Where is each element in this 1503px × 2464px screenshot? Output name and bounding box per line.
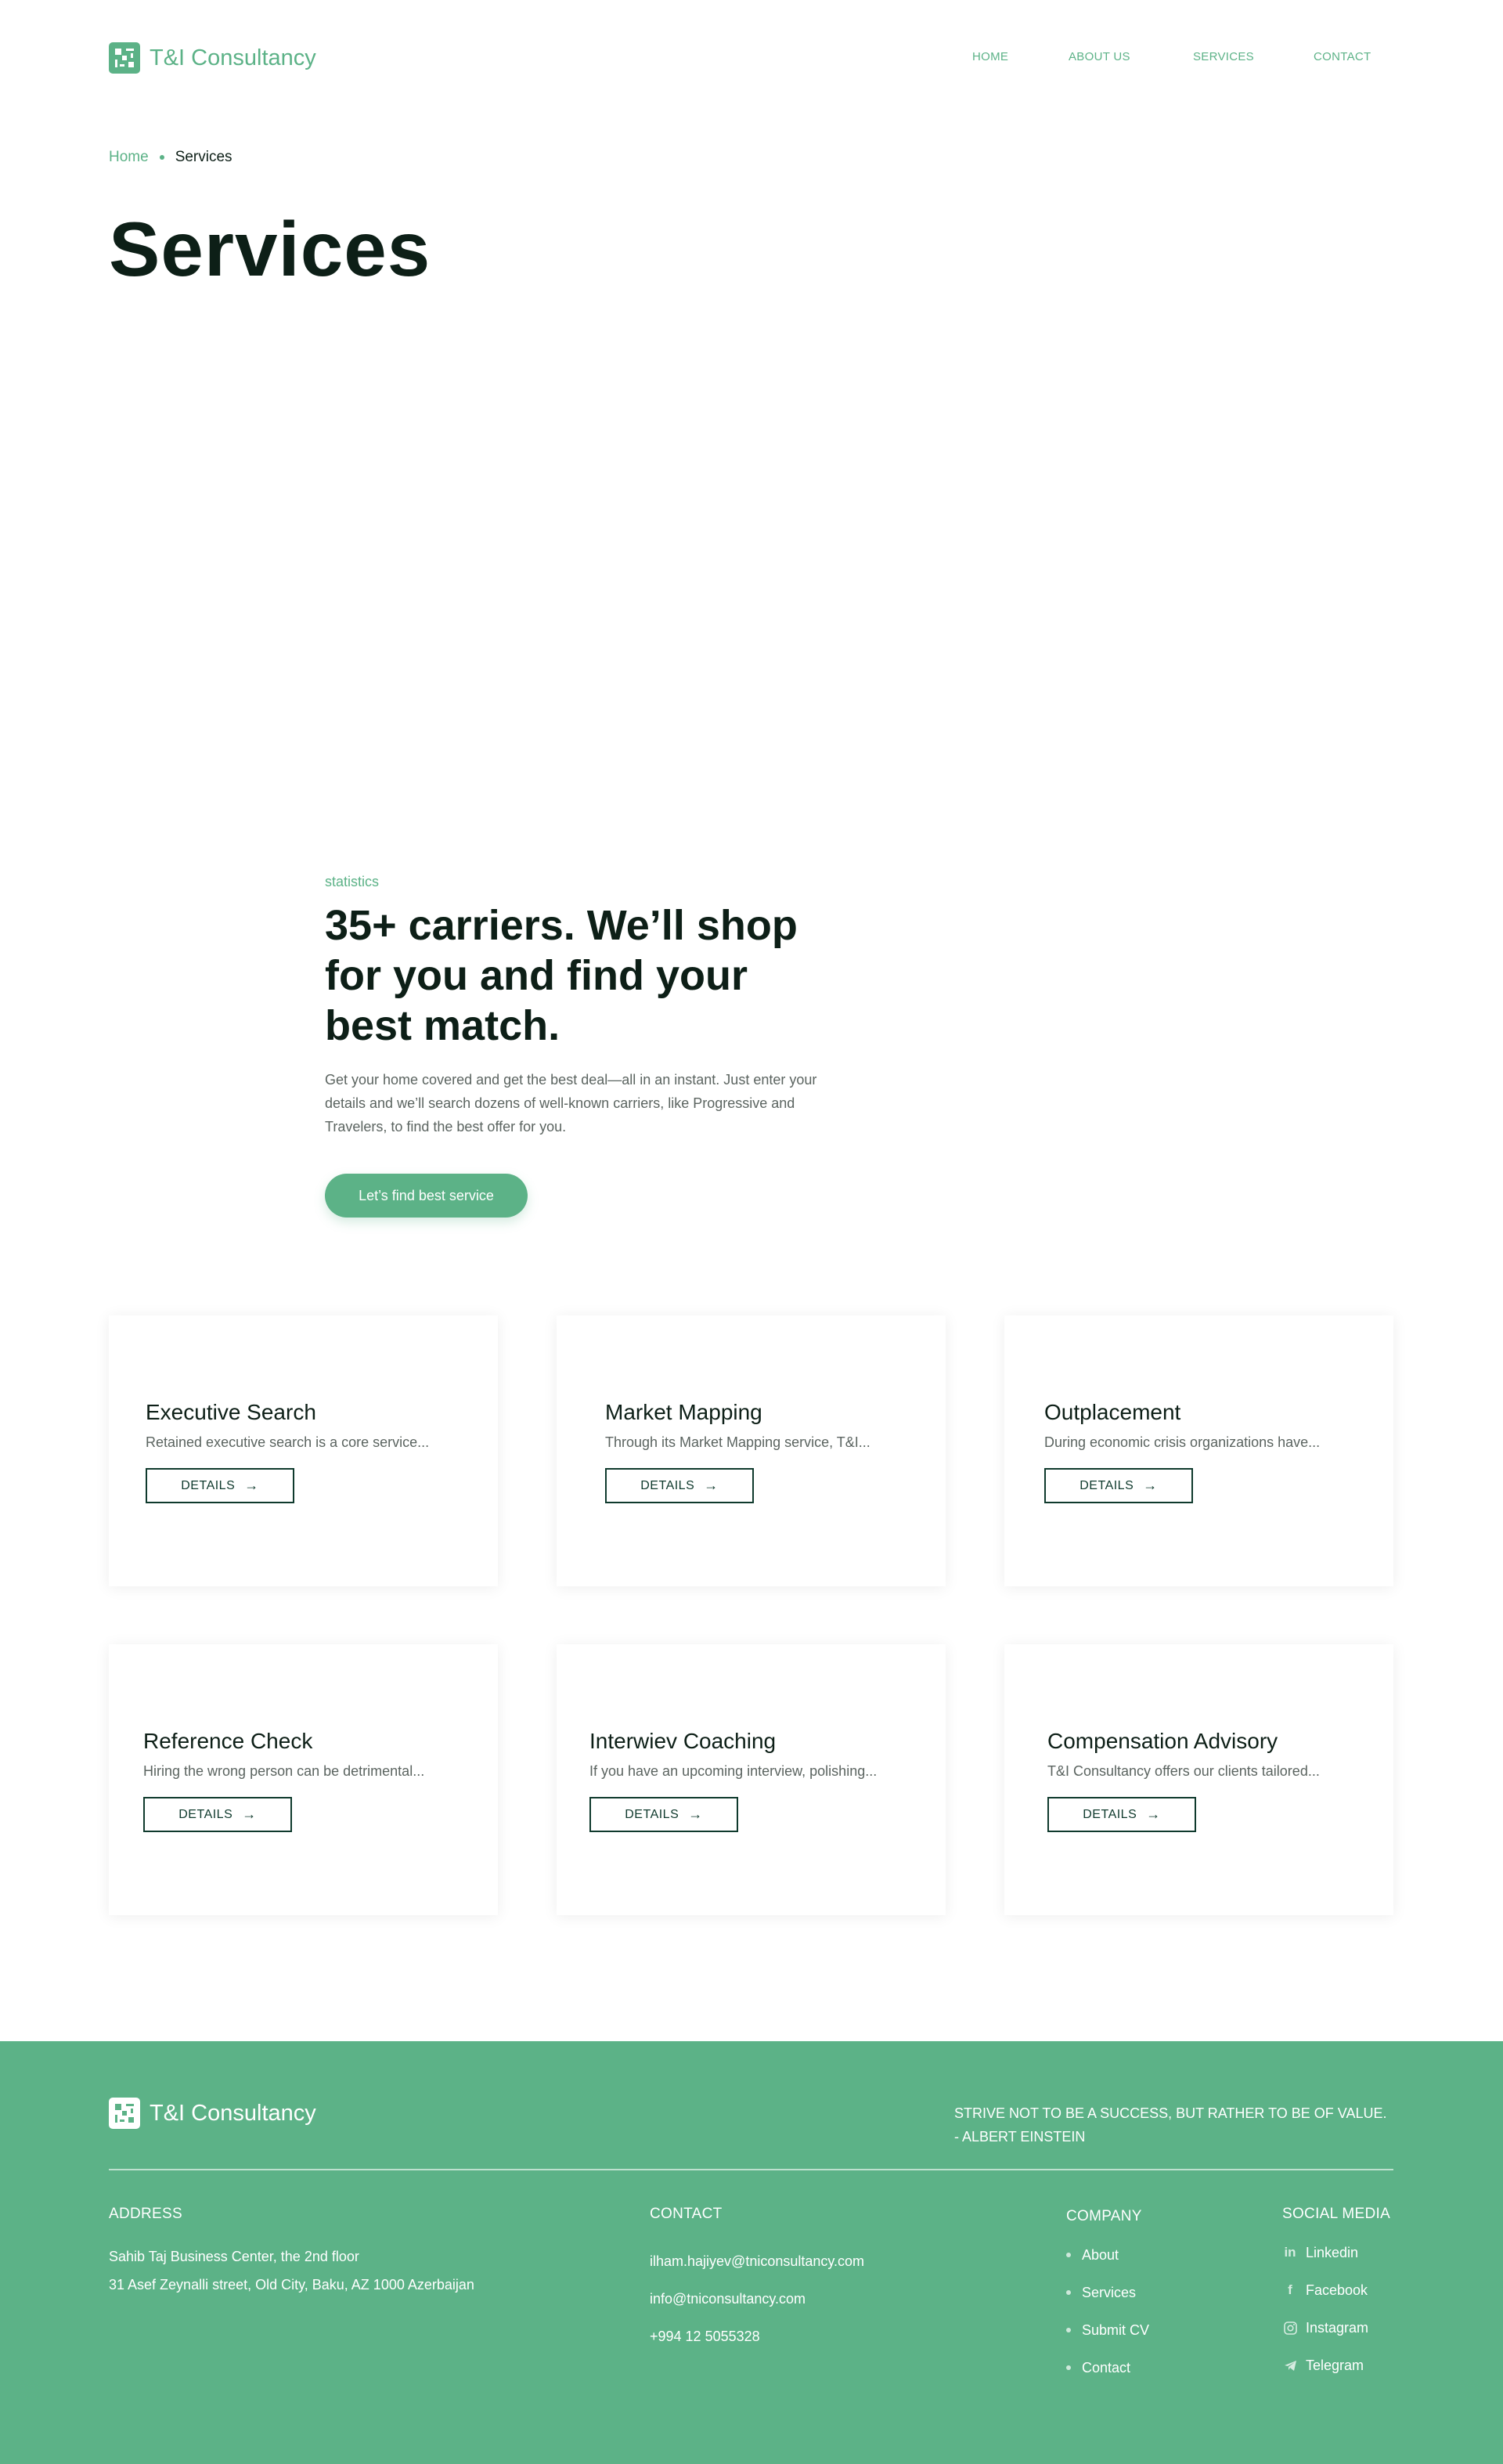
details-button[interactable]: DETAILS → [589,1797,738,1832]
card-title: Market Mapping [605,1400,762,1424]
breadcrumb-separator [159,155,164,160]
brand-name: T&I Consultancy [150,45,316,70]
site-footer: T&I Consultancy STRIVE NOT TO BE A SUCCE… [0,2041,1503,2464]
details-button[interactable]: DETAILS → [146,1468,294,1503]
details-label: DETAILS [1079,1478,1134,1492]
social-heading: SOCIAL MEDIA [1282,2206,1391,2222]
quote-author: - ALBERT EINSTEIN [954,2129,1086,2145]
find-service-button[interactable]: Let’s find best service [325,1174,528,1218]
arrow-right-icon: → [688,1806,703,1822]
footer-divider [109,2169,1393,2170]
breadcrumb-current: Services [175,149,232,165]
footer-brand-logo[interactable]: T&I Consultancy [109,2098,316,2129]
arrow-right-icon: → [1146,1806,1161,1822]
service-card-executive-search: Executive Search Retained executive sear… [109,1315,498,1586]
card-description: Through its Market Mapping service, T&I.… [605,1434,870,1450]
service-card-outplacement: Outplacement During economic crisis orga… [1004,1315,1393,1586]
address-line: 31 Asef Zeynalli street, Old City, Baku,… [109,2277,474,2293]
details-label: DETAILS [181,1478,236,1492]
stats-description: Get your home covered and get the best d… [325,1072,817,1135]
card-title: Outplacement [1044,1400,1181,1424]
nav-home[interactable]: HOME [972,50,1008,63]
logo-icon [109,42,140,74]
page-title: Services [109,206,431,292]
stats-label: statistics [325,874,380,889]
address-line: Sahib Taj Business Center, the 2nd floor [109,2249,359,2264]
stats-heading: 35+ carriers. We’ll shop for you and fin… [325,902,798,1049]
social-links: in Linkedin f Facebook Instagram Telegram [1282,2234,1368,2384]
breadcrumb-home[interactable]: Home [109,149,149,166]
company-link-services[interactable]: Services [1066,2274,1149,2311]
bullet-icon [1066,2290,1071,2295]
quote-text: STRIVE NOT TO BE A SUCCESS, BUT RATHER T… [954,2105,1387,2121]
card-description: T&I Consultancy offers our clients tailo… [1047,1763,1320,1779]
service-card-compensation-advisory: Compensation Advisory T&I Consultancy of… [1004,1644,1393,1915]
card-title: Interwiev Coaching [589,1729,777,1753]
card-description: Hiring the wrong person can be detriment… [143,1763,425,1779]
site-header: T&I Consultancy HOME ABOUT US SERVICES C… [0,0,1503,117]
details-label: DETAILS [640,1478,695,1492]
details-button[interactable]: DETAILS → [143,1797,292,1832]
social-link-facebook[interactable]: f Facebook [1282,2271,1368,2309]
details-button[interactable]: DETAILS → [605,1468,754,1503]
arrow-right-icon: → [244,1477,259,1493]
logo-icon [109,2098,140,2129]
arrow-right-icon: → [704,1477,719,1493]
social-link-instagram[interactable]: Instagram [1282,2309,1368,2347]
details-label: DETAILS [178,1807,233,1821]
card-description: Retained executive search is a core serv… [146,1434,430,1450]
telegram-icon [1282,2360,1298,2372]
card-description: If you have an upcoming interview, polis… [589,1763,878,1779]
details-label: DETAILS [1083,1807,1137,1821]
address-block: Sahib Taj Business Center, the 2nd floor… [109,2242,474,2299]
bullet-icon [1066,2253,1071,2257]
company-link-about[interactable]: About [1066,2236,1149,2274]
linkedin-icon: in [1284,2245,1296,2260]
footer-brand-name: T&I Consultancy [150,2100,316,2126]
company-heading: COMPANY [1066,2208,1142,2224]
card-title: Executive Search [146,1400,316,1424]
service-card-interview-coaching: Interwiev Coaching If you have an upcomi… [557,1644,946,1915]
service-card-market-mapping: Market Mapping Through its Market Mappin… [557,1315,946,1586]
arrow-right-icon: → [242,1806,257,1822]
breadcrumb: Home Services [109,149,232,166]
company-links: About Services Submit CV Contact [1066,2236,1149,2386]
brand-logo[interactable]: T&I Consultancy [109,42,316,74]
social-link-telegram[interactable]: Telegram [1282,2347,1368,2384]
instagram-icon [1282,2321,1298,2335]
card-title: Compensation Advisory [1047,1729,1278,1753]
nav-services[interactable]: SERVICES [1193,50,1254,63]
nav-about-us[interactable]: ABOUT US [1069,50,1130,63]
card-description: During economic crisis organizations hav… [1044,1434,1321,1450]
details-button[interactable]: DETAILS → [1044,1468,1193,1503]
contact-heading: CONTACT [650,2206,723,2222]
service-card-reference-check: Reference Check Hiring the wrong person … [109,1644,498,1915]
bullet-icon [1066,2365,1071,2370]
nav-contact[interactable]: CONTACT [1314,50,1371,63]
facebook-icon: f [1288,2282,1292,2297]
contact-block: ilham.hajiyev@tniconsultancy.com info@tn… [650,2242,864,2355]
contact-email-info[interactable]: info@tniconsultancy.com [650,2291,806,2307]
details-label: DETAILS [625,1807,679,1821]
footer-quote: STRIVE NOT TO BE A SUCCESS, BUT RATHER T… [954,2101,1386,2148]
company-link-submit-cv[interactable]: Submit CV [1066,2311,1149,2349]
company-link-contact[interactable]: Contact [1066,2349,1149,2386]
bullet-icon [1066,2328,1071,2332]
contact-phone[interactable]: +994 12 5055328 [650,2329,760,2344]
details-button[interactable]: DETAILS → [1047,1797,1196,1832]
address-heading: ADDRESS [109,2206,182,2222]
card-title: Reference Check [143,1729,313,1753]
arrow-right-icon: → [1143,1477,1158,1493]
contact-email-personal[interactable]: ilham.hajiyev@tniconsultancy.com [650,2253,864,2269]
social-link-linkedin[interactable]: in Linkedin [1282,2234,1368,2271]
